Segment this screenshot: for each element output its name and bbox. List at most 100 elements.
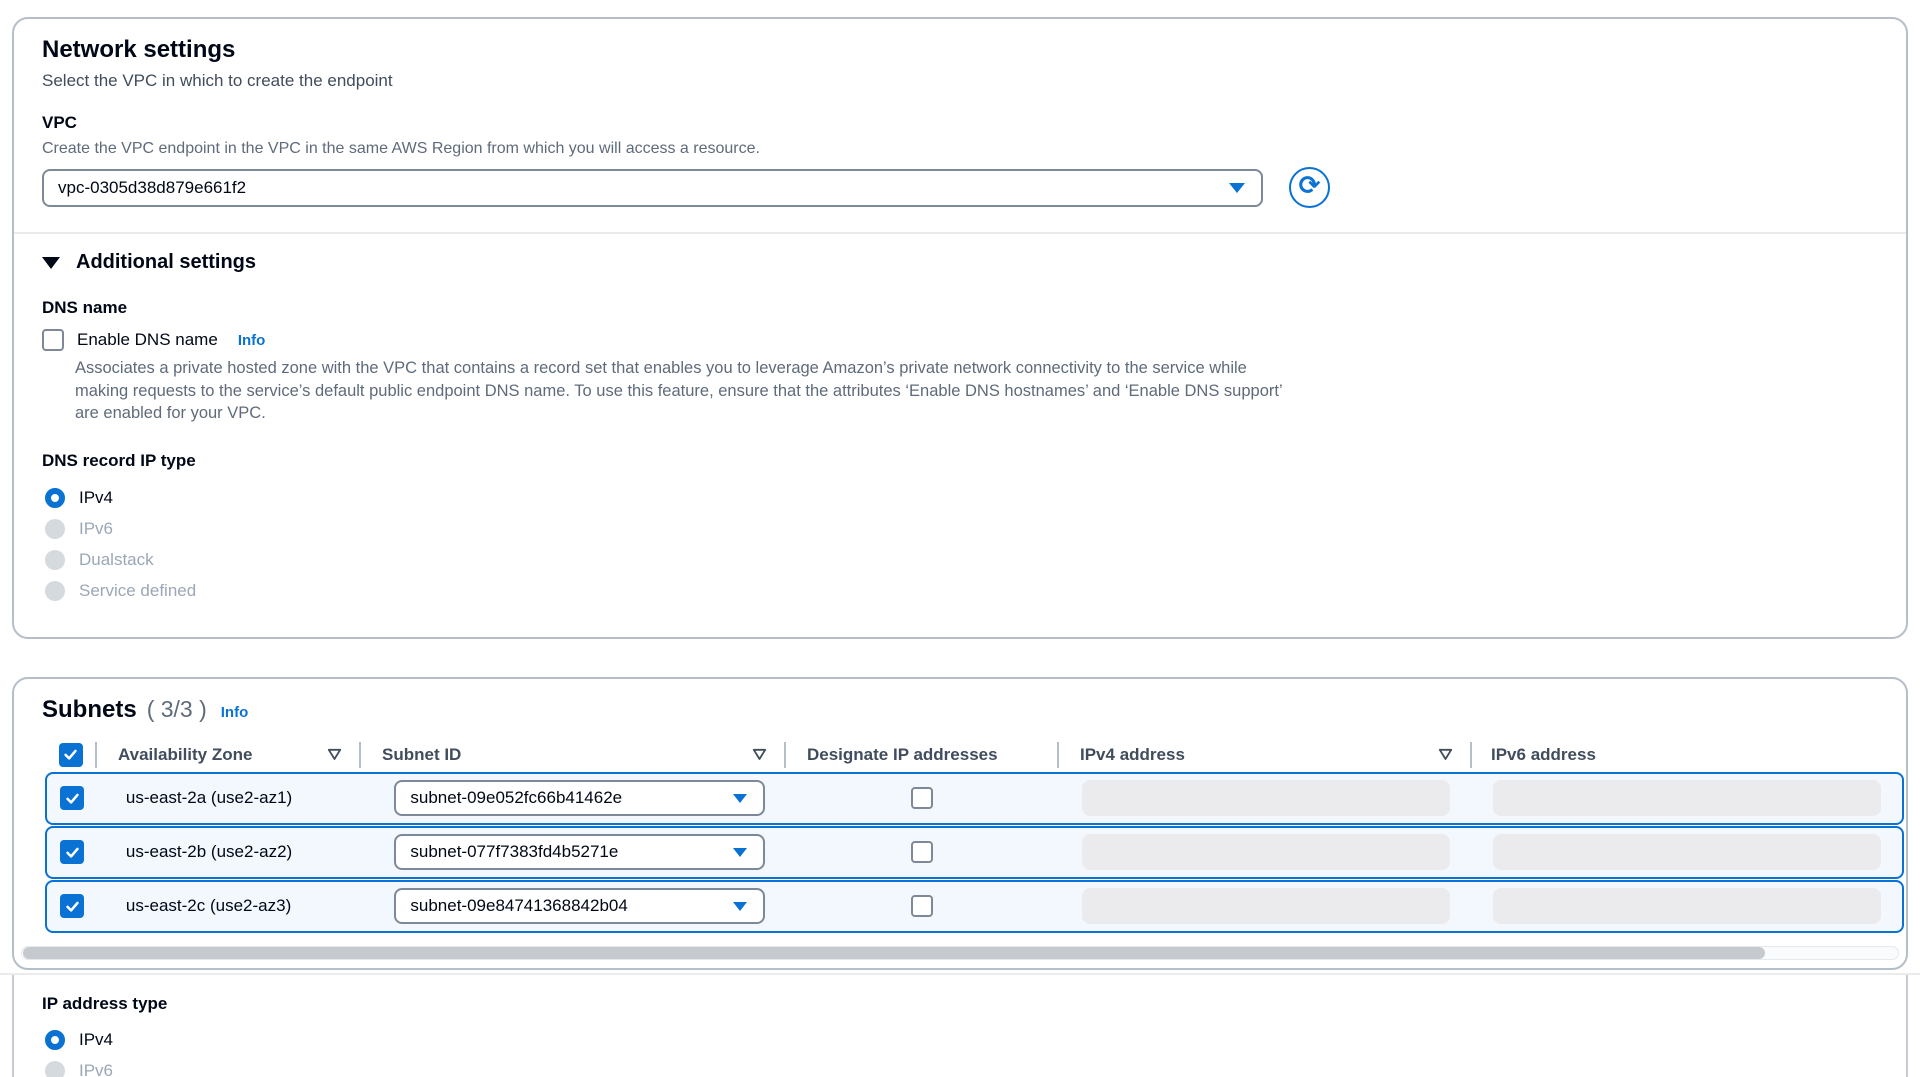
radio-selected-icon[interactable] — [45, 488, 65, 508]
radio-option-ipv4[interactable]: IPv4 — [45, 483, 1878, 514]
table-row: us-east-2c (use2-az3) subnet-09e84741368… — [45, 880, 1904, 933]
radio-option-ipv6: IPv6 — [45, 1056, 1878, 1077]
additional-settings-toggle[interactable]: Additional settings — [42, 251, 1878, 274]
dns-description: Associates a private hosted zone with th… — [75, 357, 1285, 425]
triangle-down-icon — [42, 257, 60, 269]
table-header-row: Availability Zone Subnet ID Designate IP… — [45, 738, 1904, 772]
ipv6-address-input — [1493, 834, 1881, 870]
header-label: Subnet ID — [360, 745, 461, 765]
designate-ip-checkbox[interactable] — [911, 787, 933, 809]
radio-disabled-icon — [45, 581, 65, 601]
header-label: IPv4 address — [1058, 745, 1185, 765]
subnet-select-value: subnet-077f7383fd4b5271e — [410, 842, 618, 862]
vpc-select[interactable]: vpc-0305d38d879e661f2 — [42, 169, 1263, 207]
header-availability-zone[interactable]: Availability Zone — [96, 738, 360, 772]
subnet-select-value: subnet-09e052fc66b41462e — [410, 788, 622, 808]
row-checkbox[interactable] — [60, 894, 84, 918]
designate-ip-checkbox[interactable] — [911, 841, 933, 863]
enable-dns-row: Enable DNS name Info — [42, 329, 1878, 351]
header-label: IPv6 address — [1471, 745, 1596, 765]
panel-description: Select the VPC in which to create the en… — [42, 70, 1878, 92]
subnets-table: Availability Zone Subnet ID Designate IP… — [45, 738, 1906, 933]
subnet-select[interactable]: subnet-09e84741368842b04 — [394, 888, 765, 924]
radio-selected-icon[interactable] — [45, 1030, 65, 1050]
vpc-select-value: vpc-0305d38d879e661f2 — [58, 178, 246, 198]
radio-label: Dualstack — [79, 550, 154, 570]
subnet-id-cell: subnet-09e052fc66b41462e — [361, 774, 785, 823]
ipv6-address-cell — [1470, 828, 1902, 877]
enable-dns-label: Enable DNS name — [77, 330, 218, 350]
select-all-checkbox[interactable] — [59, 743, 83, 767]
subnets-header: Subnets ( 3/3 ) Info — [42, 695, 1906, 725]
radio-disabled-icon — [45, 1061, 65, 1077]
ipv6-address-input — [1493, 888, 1881, 924]
availability-zone-cell: us-east-2b (use2-az2) — [98, 828, 361, 877]
header-ipv4-address[interactable]: IPv4 address — [1058, 738, 1471, 772]
ipv4-address-cell — [1058, 774, 1470, 823]
header-subnet-id[interactable]: Subnet ID — [360, 738, 785, 772]
row-checkbox[interactable] — [60, 786, 84, 810]
chevron-down-icon — [733, 848, 747, 857]
dns-info-link[interactable]: Info — [238, 332, 266, 349]
subnets-title: Subnets — [42, 695, 137, 725]
check-icon — [62, 746, 79, 763]
subnet-select[interactable]: subnet-09e052fc66b41462e — [394, 780, 765, 816]
ip-address-type-label: IP address type — [42, 992, 1878, 1016]
radio-label: IPv4 — [79, 1030, 113, 1050]
subnets-info-link[interactable]: Info — [221, 704, 249, 721]
scrollbar-thumb[interactable] — [23, 947, 1765, 959]
sort-icon[interactable] — [752, 748, 767, 761]
refresh-button[interactable]: ⟳ — [1289, 167, 1330, 208]
subnet-id-cell: subnet-077f7383fd4b5271e — [361, 828, 785, 877]
vpc-row: vpc-0305d38d879e661f2 ⟳ — [42, 167, 1878, 208]
header-label: Availability Zone — [96, 745, 252, 765]
sort-icon[interactable] — [1438, 748, 1453, 761]
select-all-cell — [45, 738, 96, 772]
table-row: us-east-2a (use2-az1) subnet-09e052fc66b… — [45, 772, 1904, 825]
dns-record-ip-type-label: DNS record IP type — [42, 449, 1878, 473]
ipv6-address-cell — [1470, 774, 1902, 823]
ipv4-address-input — [1082, 780, 1450, 816]
vpc-label: VPC — [42, 111, 1878, 135]
refresh-icon: ⟳ — [1299, 173, 1321, 199]
chevron-down-icon — [1229, 183, 1245, 193]
ipv4-address-input — [1082, 888, 1450, 924]
horizontal-scrollbar[interactable] — [21, 946, 1899, 960]
row-select-cell — [47, 828, 98, 877]
ip-address-type-group: IPv4 IPv6 Dualstack — [42, 1025, 1878, 1077]
availability-zone-cell: us-east-2a (use2-az1) — [98, 774, 361, 823]
check-icon — [64, 790, 81, 807]
chevron-down-icon — [733, 902, 747, 911]
check-icon — [64, 844, 81, 861]
additional-settings-title: Additional settings — [76, 251, 256, 274]
header-ipv6-address: IPv6 address — [1471, 738, 1904, 772]
row-select-cell — [47, 774, 98, 823]
table-row: us-east-2b (use2-az2) subnet-077f7383fd4… — [45, 826, 1904, 879]
radio-option-ipv4[interactable]: IPv4 — [45, 1025, 1878, 1056]
chevron-down-icon — [733, 794, 747, 803]
radio-disabled-icon — [45, 550, 65, 570]
radio-option-service-defined: Service defined — [45, 576, 1878, 607]
enable-dns-checkbox[interactable] — [42, 329, 64, 351]
row-checkbox[interactable] — [60, 840, 84, 864]
page-title: Network settings — [42, 35, 1878, 65]
radio-option-ipv6: IPv6 — [45, 514, 1878, 545]
vpc-description: Create the VPC endpoint in the VPC in th… — [42, 138, 1878, 159]
row-select-cell — [47, 882, 98, 931]
designate-ip-cell — [785, 882, 1057, 931]
ip-address-type-panel: IP address type IPv4 IPv6 Dualstack — [12, 975, 1908, 1077]
subnet-select-value: subnet-09e84741368842b04 — [410, 896, 627, 916]
radio-option-dualstack: Dualstack — [45, 545, 1878, 576]
radio-label: Service defined — [79, 581, 196, 601]
section-divider — [14, 232, 1906, 234]
sort-icon[interactable] — [327, 748, 342, 761]
subnet-select[interactable]: subnet-077f7383fd4b5271e — [394, 834, 765, 870]
dns-record-ip-type-group: IPv4 IPv6 Dualstack Service defined — [42, 483, 1878, 607]
radio-disabled-icon — [45, 519, 65, 539]
radio-label: IPv4 — [79, 488, 113, 508]
ipv4-address-input — [1082, 834, 1450, 870]
designate-ip-checkbox[interactable] — [911, 895, 933, 917]
radio-label: IPv6 — [79, 1061, 113, 1077]
designate-ip-cell — [785, 774, 1057, 823]
check-icon — [64, 898, 81, 915]
